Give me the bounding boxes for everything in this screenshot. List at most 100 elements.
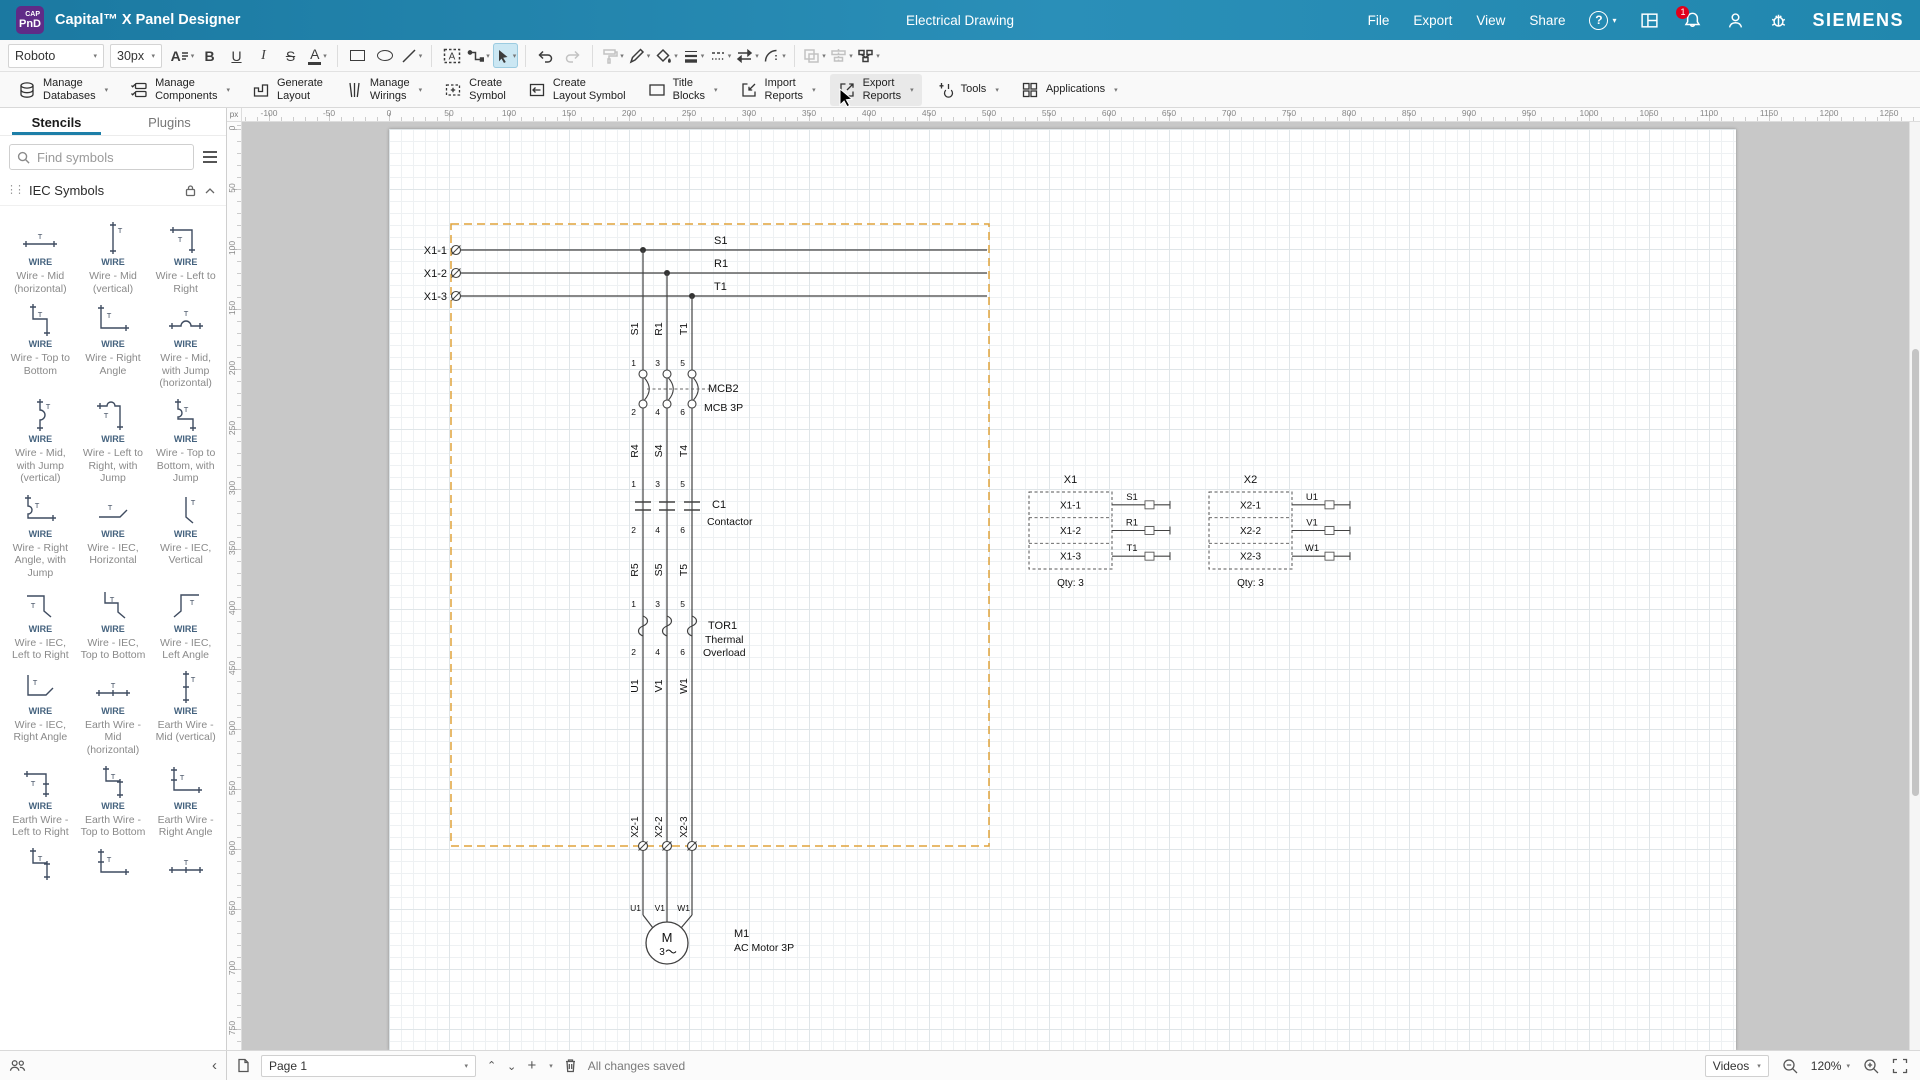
ellipse-tool-button[interactable] (372, 43, 397, 68)
menu-view[interactable]: View (1476, 13, 1505, 28)
redo-button[interactable] (560, 43, 585, 68)
group-button[interactable]: ▾ (802, 43, 827, 68)
select-tool-button[interactable]: ▾ (493, 43, 518, 68)
collapse-sidebar-button[interactable]: ‹ (212, 1058, 217, 1073)
underline-button[interactable]: U (224, 43, 249, 68)
stencil-item[interactable]: TWIREWire - Mid, with Jump (vertical) (5, 397, 75, 485)
notifications-button[interactable]: 1 (1683, 11, 1702, 30)
mcb-contact[interactable] (639, 400, 647, 408)
connector-tool-button[interactable]: ▾ (466, 43, 491, 68)
stencil-item[interactable]: TWIREWire - IEC, Top to Bottom (78, 587, 148, 662)
tab-stencils[interactable]: Stencils (0, 108, 113, 135)
ribbon-import-reports-button[interactable]: Import Reports▾ (732, 74, 824, 106)
fit-page-button[interactable] (1892, 1058, 1908, 1074)
search-input[interactable]: Find symbols (9, 144, 194, 170)
collaborators-icon[interactable] (9, 1058, 26, 1073)
ribbon-applications-button[interactable]: Applications▾ (1013, 74, 1126, 106)
stencil-item[interactable]: TWIREWire - IEC, Vertical (151, 492, 221, 580)
stencil-item[interactable]: TWIREEarth Wire - Top to Bottom (78, 764, 148, 839)
tab-plugins[interactable]: Plugins (113, 108, 226, 135)
stencil-item[interactable]: TWIREWire - IEC, Horizontal (78, 492, 148, 580)
undo-button[interactable] (533, 43, 558, 68)
ribbon-title-blocks-button[interactable]: Title Blocks▾ (640, 74, 726, 106)
text-style-button[interactable]: A ▾ (170, 43, 195, 68)
zoom-in-button[interactable] (1863, 1058, 1879, 1074)
stencil-item[interactable]: T (151, 846, 221, 886)
menu-file[interactable]: File (1368, 13, 1390, 28)
font-size-select[interactable]: 30px ▾ (110, 44, 162, 68)
stencil-item[interactable]: TWIREEarth Wire - Mid (vertical) (151, 669, 221, 757)
chevron-up-icon[interactable] (204, 185, 216, 197)
fill-color-button[interactable]: ▾ (654, 43, 679, 68)
font-color-button[interactable]: A ▾ (305, 43, 330, 68)
line-tool-button[interactable]: ▾ (399, 43, 424, 68)
stencil-item[interactable]: T (5, 846, 75, 886)
selection-box[interactable] (451, 224, 989, 846)
rectangle-tool-button[interactable] (345, 43, 370, 68)
waypoints-button[interactable]: ▾ (762, 43, 787, 68)
mcb-contact[interactable] (688, 400, 696, 408)
sidebar-menu-button[interactable] (203, 151, 217, 163)
section-header-iec-symbols[interactable]: ⋮⋮ IEC Symbols (0, 176, 226, 206)
previous-page-button[interactable]: ⌃ (487, 1059, 496, 1072)
mcb-contact[interactable] (688, 370, 696, 378)
mcb-contact[interactable] (663, 400, 671, 408)
font-family-select[interactable]: Roboto ▾ (8, 44, 104, 68)
menu-export[interactable]: Export (1413, 13, 1452, 28)
panels-button[interactable] (1640, 11, 1659, 30)
ribbon-manage-wirings-button[interactable]: Manage Wirings▾ (337, 74, 430, 106)
stencil-item[interactable]: TWIREWire - IEC, Left Angle (151, 587, 221, 662)
stencil-item[interactable]: TWIREWire - IEC, Right Angle (5, 669, 75, 757)
ribbon-export-reports-button[interactable]: Export Reports▾ (830, 74, 922, 106)
ribbon-tools-button[interactable]: Tools▾ (928, 74, 1007, 106)
ribbon-manage-components-button[interactable]: Manage Components▾ (122, 74, 238, 106)
save-status[interactable]: All changes saved (588, 1059, 685, 1073)
bold-button[interactable]: B (197, 43, 222, 68)
videos-select[interactable]: Videos ▾ (1705, 1055, 1769, 1077)
ribbon-create-layout-symbol-button[interactable]: Create Layout Symbol (520, 74, 634, 106)
stencil-item[interactable]: TWIREWire - Top to Bottom (5, 302, 75, 390)
mcb-contact[interactable] (639, 370, 647, 378)
arrows-style-button[interactable]: ▾ (735, 43, 760, 68)
align-button[interactable]: ▾ (829, 43, 854, 68)
stencil-item[interactable]: TWIREWire - Right Angle, with Jump (5, 492, 75, 580)
menu-share[interactable]: Share (1529, 13, 1565, 28)
layout-button[interactable]: ▾ (856, 43, 881, 68)
stencil-item[interactable]: TWIREWire - Left to Right (151, 220, 221, 295)
ribbon-manage-databases-button[interactable]: Manage Databases▾ (10, 74, 116, 106)
stencil-item[interactable]: TWIREEarth Wire - Left to Right (5, 764, 75, 839)
stencil-item[interactable]: TWIREEarth Wire - Mid (horizontal) (78, 669, 148, 757)
delete-page-button[interactable] (564, 1058, 577, 1073)
drawing-canvas[interactable]: X1-1S1X1-2R1X1-3T1S1R1T1R4S4T4R5S5T5U1V1… (242, 122, 1920, 1050)
mcb-contact[interactable] (663, 370, 671, 378)
text-box-tool-button[interactable]: A (439, 43, 464, 68)
user-button[interactable] (1726, 11, 1745, 30)
line-color-button[interactable]: ▾ (627, 43, 652, 68)
motor-wire[interactable] (643, 915, 653, 928)
format-painter-button[interactable]: ▾ (600, 43, 625, 68)
line-weight-button[interactable]: ▾ (681, 43, 706, 68)
report-bug-button[interactable] (1769, 11, 1788, 30)
page-select[interactable]: Page 1 ▾ (261, 1055, 476, 1077)
help-button[interactable]: ? ▾ (1589, 11, 1616, 30)
zoom-out-button[interactable] (1782, 1058, 1798, 1074)
line-style-button[interactable]: ▾ (708, 43, 733, 68)
strikethrough-button[interactable]: S (278, 43, 303, 68)
lock-icon[interactable] (184, 184, 197, 197)
stencil-item[interactable]: TWIREWire - Mid, with Jump (horizontal) (151, 302, 221, 390)
stencil-item[interactable]: TWIREEarth Wire - Right Angle (151, 764, 221, 839)
stencil-item[interactable]: TWIREWire - Top to Bottom, with Jump (151, 397, 221, 485)
italic-button[interactable]: I (251, 43, 276, 68)
motor-wire[interactable] (681, 915, 692, 928)
stencil-item[interactable]: TWIREWire - Mid (horizontal) (5, 220, 75, 295)
drag-handle-icon[interactable]: ⋮⋮ (6, 183, 22, 196)
ribbon-create-symbol-button[interactable]: Create Symbol (436, 74, 514, 106)
ribbon-generate-layout-button[interactable]: Generate Layout (244, 74, 331, 106)
stencil-item[interactable]: TWIREWire - Right Angle (78, 302, 148, 390)
next-page-button[interactable]: ⌃ (507, 1059, 516, 1072)
stencil-item[interactable]: TWIREWire - Left to Right, with Jump (78, 397, 148, 485)
scrollbar-thumb[interactable] (1912, 349, 1919, 796)
stencil-item[interactable]: TWIREWire - Mid (vertical) (78, 220, 148, 295)
add-page-button[interactable]: + (527, 1057, 536, 1074)
vertical-scrollbar[interactable] (1909, 122, 1920, 1050)
